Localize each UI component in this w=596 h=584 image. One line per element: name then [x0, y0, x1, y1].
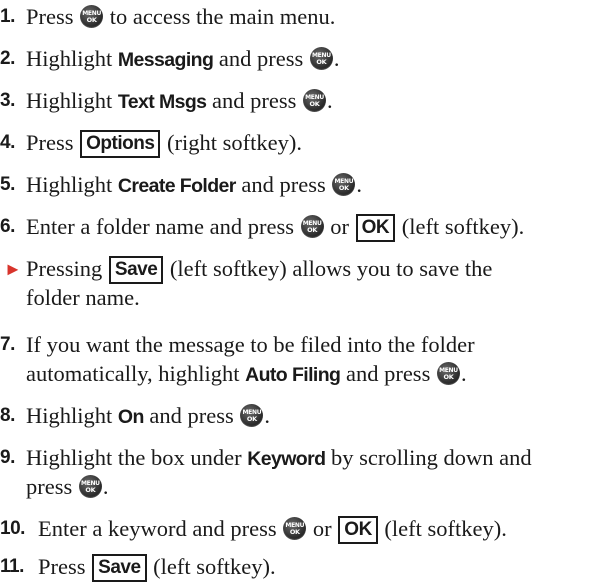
menu-ok-key-icon: MENU OK: [436, 362, 460, 385]
menu-ok-key-icon: MENU OK: [332, 173, 356, 196]
keyword-text-msgs: Text Msgs: [117, 91, 207, 113]
softkey-ok: OK: [338, 516, 378, 544]
step-text: Highlight On and press MENU OK.: [26, 403, 271, 428]
step-text: Highlight Messaging and press MENU OK.: [26, 46, 340, 71]
softkey-save: Save: [92, 554, 147, 582]
step-text: Highlight Create Folder and press MENU OK…: [26, 172, 363, 197]
menu-ok-key-icon: MENU OK: [80, 5, 104, 28]
softkey-ok: OK: [355, 214, 396, 242]
keyword-keyword: Keyword: [247, 448, 326, 470]
step-text: Highlight Text Msgs and press MENU OK.: [26, 88, 333, 113]
keyword-messaging: Messaging: [117, 49, 214, 71]
tip-text-line2: folder name.: [26, 285, 140, 310]
keyword-on: On: [117, 406, 144, 428]
softkey-save: Save: [108, 256, 164, 284]
step-text: Press Options (right softkey).: [26, 126, 302, 160]
menu-ok-key-icon: MENU OK: [240, 404, 264, 427]
menu-ok-key-icon: MENU OK: [309, 47, 333, 70]
instruction-page: 1. Press MENU OK to access the main menu.…: [0, 0, 596, 584]
menu-ok-key-icon: MENU OK: [283, 517, 307, 540]
menu-ok-key-icon: MENU OK: [78, 475, 102, 498]
keyword-auto-filing: Auto Filing: [245, 364, 341, 386]
menu-ok-key-icon: MENU OK: [300, 215, 324, 238]
step-text: Enter a keyword and press MENU OK or OK (…: [38, 512, 507, 546]
step-text: Press Save (left softkey).: [38, 550, 276, 584]
step-text-line2: automatically, highlight Auto Filing and…: [26, 361, 467, 386]
red-triangle-bullet-icon: ►: [4, 259, 22, 279]
keyword-create-folder: Create Folder: [117, 175, 237, 197]
menu-ok-key-icon: MENU OK: [303, 89, 327, 112]
step-text-line2: press MENU OK.: [26, 474, 109, 499]
step-text: Enter a folder name and press MENU OK or …: [26, 210, 524, 244]
softkey-options: Options: [80, 130, 161, 158]
step-text: Press MENU OK to access the main menu.: [26, 4, 336, 29]
